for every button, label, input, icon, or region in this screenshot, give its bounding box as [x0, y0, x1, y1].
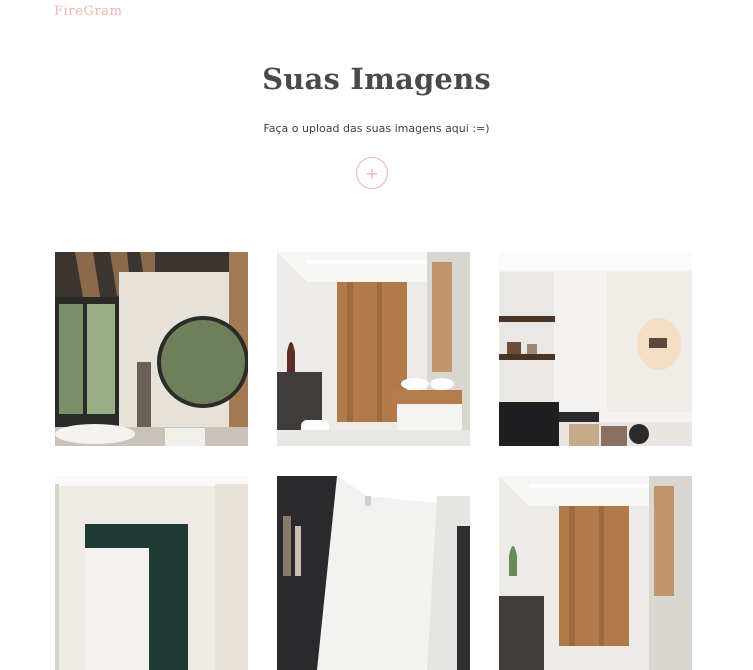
app-logo: FireGram	[54, 4, 123, 19]
bathroom-image	[55, 252, 248, 446]
room-image	[55, 476, 248, 670]
gallery-image-2[interactable]	[277, 252, 470, 446]
room-image	[277, 476, 470, 670]
upload-button[interactable]: +	[356, 157, 388, 189]
page-title: Suas Imagens	[262, 62, 491, 96]
gallery-image-3[interactable]	[499, 252, 692, 446]
bathroom-image	[277, 252, 470, 446]
living-room-image	[499, 252, 692, 446]
gallery-image-6[interactable]	[499, 476, 692, 670]
gallery-image-4[interactable]	[55, 476, 248, 670]
bathroom-image	[499, 476, 692, 670]
gallery-image-5[interactable]	[277, 476, 470, 670]
page-subtitle: Faça o upload das suas imagens aqui :=)	[263, 122, 490, 135]
gallery-image-1[interactable]	[55, 252, 248, 446]
